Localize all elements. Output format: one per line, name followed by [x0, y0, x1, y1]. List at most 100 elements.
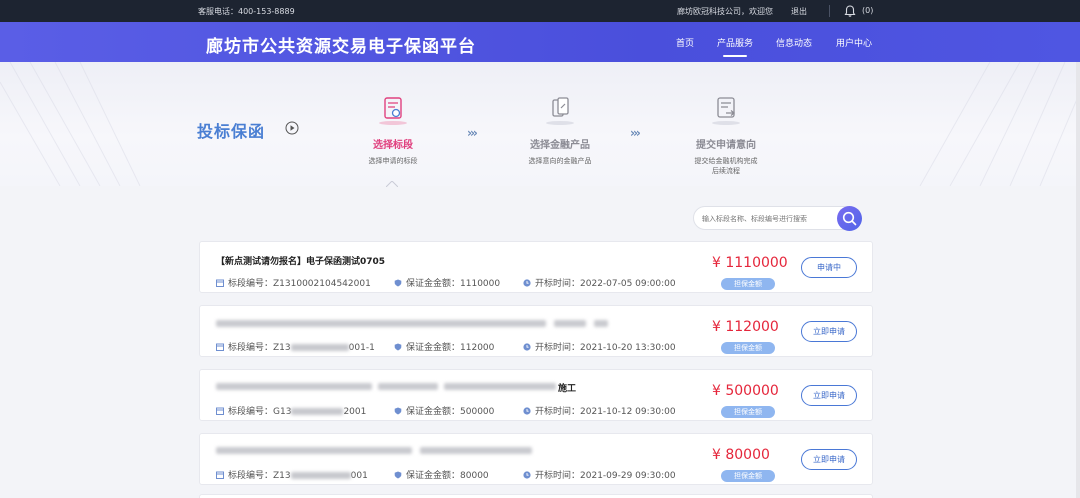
nav-home[interactable]: 首页: [676, 36, 694, 49]
clock-icon: [523, 407, 531, 415]
platform-title: 廊坊市公共资源交易电子保函平台: [206, 37, 476, 57]
clock-icon: [523, 343, 531, 351]
redacted-code: [290, 472, 351, 479]
calendar-icon: [216, 343, 224, 351]
code-value: Z1310002104542001: [273, 279, 371, 289]
step-desc-line: 提交给金融机构完成: [694, 157, 758, 165]
open-value: 2021-10-20 13:30:00: [580, 343, 676, 353]
guarantee-amount: ¥ 112000: [712, 319, 779, 335]
main-header: 廊坊市公共资源交易电子保函平台 首页 产品服务 信息动态 用户中心: [0, 22, 1080, 62]
service-phone: 客服电话：400-153-8889: [198, 7, 295, 16]
redacted-code: [291, 408, 344, 415]
list-item[interactable]: 【新点测试请勿报名】电子保函测试0705 标段编号：Z1310002104542…: [199, 241, 873, 293]
nav-product-service[interactable]: 产品服务: [717, 36, 753, 57]
margin-value: 1110000: [460, 279, 501, 289]
shield-icon: [394, 471, 402, 479]
open-label: 开标时间：: [535, 471, 581, 481]
document-seal-icon: [379, 97, 407, 125]
guarantee-badge: 担保金额: [721, 470, 775, 482]
open-label: 开标时间：: [535, 279, 581, 289]
margin-value: 80000: [460, 471, 489, 481]
open-label: 开标时间：: [535, 407, 581, 417]
step-desc: 选择申请的标段: [368, 157, 418, 165]
code-label: 标段编号：: [228, 279, 274, 289]
decorative-lines-right: [919, 62, 1080, 186]
welcome-text: 廊坊欧冠科技公司，欢迎您: [677, 7, 773, 16]
code-tail: 2001: [343, 407, 367, 417]
open-value: 2021-10-12 09:30:00: [580, 407, 676, 417]
clock-icon: [523, 471, 531, 479]
clock-icon: [523, 279, 531, 287]
search-input[interactable]: [702, 212, 832, 225]
margin-amount: 保证金金额：1110000: [394, 276, 500, 289]
search-button[interactable]: [837, 206, 862, 231]
open-time: 开标时间：2022-07-05 09:00:00: [523, 276, 676, 289]
step-select-section: 选择标段 选择申请的标段: [352, 96, 434, 166]
step-name: 选择标段: [373, 140, 413, 151]
guarantee-amount: ¥ 500000: [712, 383, 779, 399]
calendar-icon: [216, 471, 224, 479]
logout-link[interactable]: 退出: [791, 6, 807, 17]
item-title-suffix: 施工: [558, 384, 577, 394]
step-arrow: ›››: [467, 126, 478, 140]
shield-icon: [394, 407, 402, 415]
calendar-icon: [216, 279, 224, 287]
page-scrollbar[interactable]: [1076, 62, 1080, 498]
guarantee-amount: ¥ 80000: [712, 447, 770, 463]
nav-news[interactable]: 信息动态: [776, 36, 812, 49]
margin-label: 保证金金额：: [406, 407, 461, 417]
open-time: 开标时间：2021-09-29 09:30:00: [523, 468, 676, 481]
section-title: 投标保函: [197, 122, 266, 141]
bell-icon[interactable]: [843, 4, 857, 18]
decorative-lines-left: [0, 62, 141, 186]
step-name: 选择金融产品: [530, 140, 590, 151]
finance-product-icon: [546, 97, 574, 125]
apply-now-button[interactable]: 立即申请: [801, 449, 857, 470]
applying-button[interactable]: 申请中: [801, 257, 857, 278]
code-label: 标段编号：: [228, 343, 274, 353]
list-item[interactable]: 标段编号：Z13 001-1 保证金金额：112000 开标时间：2021-10-…: [199, 305, 873, 357]
step-name: 提交申请意向: [696, 140, 756, 151]
margin-value: 500000: [460, 407, 495, 417]
list-item[interactable]: [199, 494, 873, 498]
open-label: 开标时间：: [535, 343, 581, 353]
code-label: 标段编号：: [228, 407, 274, 417]
redacted-title: [378, 383, 438, 390]
section-code: 标段编号：Z13 001: [216, 468, 368, 481]
nav-user-center[interactable]: 用户中心: [836, 36, 872, 49]
step-desc: 提交给金融机构完成 后续流程: [680, 156, 772, 176]
redacted-title: [444, 383, 556, 390]
redacted-title: [554, 320, 586, 327]
margin-label: 保证金金额：: [406, 279, 461, 289]
apply-now-button[interactable]: 立即申请: [801, 321, 857, 342]
top-bar: 客服电话：400-153-8889 廊坊欧冠科技公司，欢迎您 退出 (0): [0, 0, 1080, 22]
step-select-product: 选择金融产品 选择意向的金融产品: [512, 96, 608, 166]
margin-value: 112000: [460, 343, 495, 353]
shield-icon: [394, 343, 402, 351]
code-tail: 001-1: [348, 343, 375, 353]
open-time: 开标时间：2021-10-20 13:30:00: [523, 340, 676, 353]
apply-now-button[interactable]: 立即申请: [801, 385, 857, 406]
search-box: [693, 206, 862, 231]
margin-amount: 保证金金额：80000: [394, 468, 489, 481]
redacted-title: [216, 383, 372, 390]
guarantee-badge: 担保金额: [721, 278, 775, 290]
margin-amount: 保证金金额：112000: [394, 340, 494, 353]
section-code: 标段编号：G13 2001: [216, 404, 366, 417]
redacted-title: [216, 320, 546, 327]
margin-label: 保证金金额：: [406, 343, 461, 353]
list-item[interactable]: 施工 标段编号：G13 2001 保证金金额：500000 开标时间：2021-1…: [199, 369, 873, 421]
section-code: 标段编号：Z1310002104542001: [216, 276, 371, 289]
open-value: 2022-07-05 09:00:00: [580, 279, 676, 289]
code-tail: 001: [350, 471, 368, 481]
code-label: 标段编号：: [228, 471, 274, 481]
list-item[interactable]: 标段编号：Z13 001 保证金金额：80000 开标时间：2021-09-29 …: [199, 433, 873, 485]
item-title: 【新点测试请勿报名】电子保函测试0705: [216, 257, 386, 267]
search-icon: [842, 211, 857, 226]
redacted-code: [290, 344, 349, 351]
code-value: G13: [273, 407, 292, 417]
active-step-caret: [386, 181, 398, 187]
shield-icon: [394, 279, 402, 287]
play-circle-icon[interactable]: [285, 121, 299, 135]
step-arrow: ›››: [630, 126, 641, 140]
